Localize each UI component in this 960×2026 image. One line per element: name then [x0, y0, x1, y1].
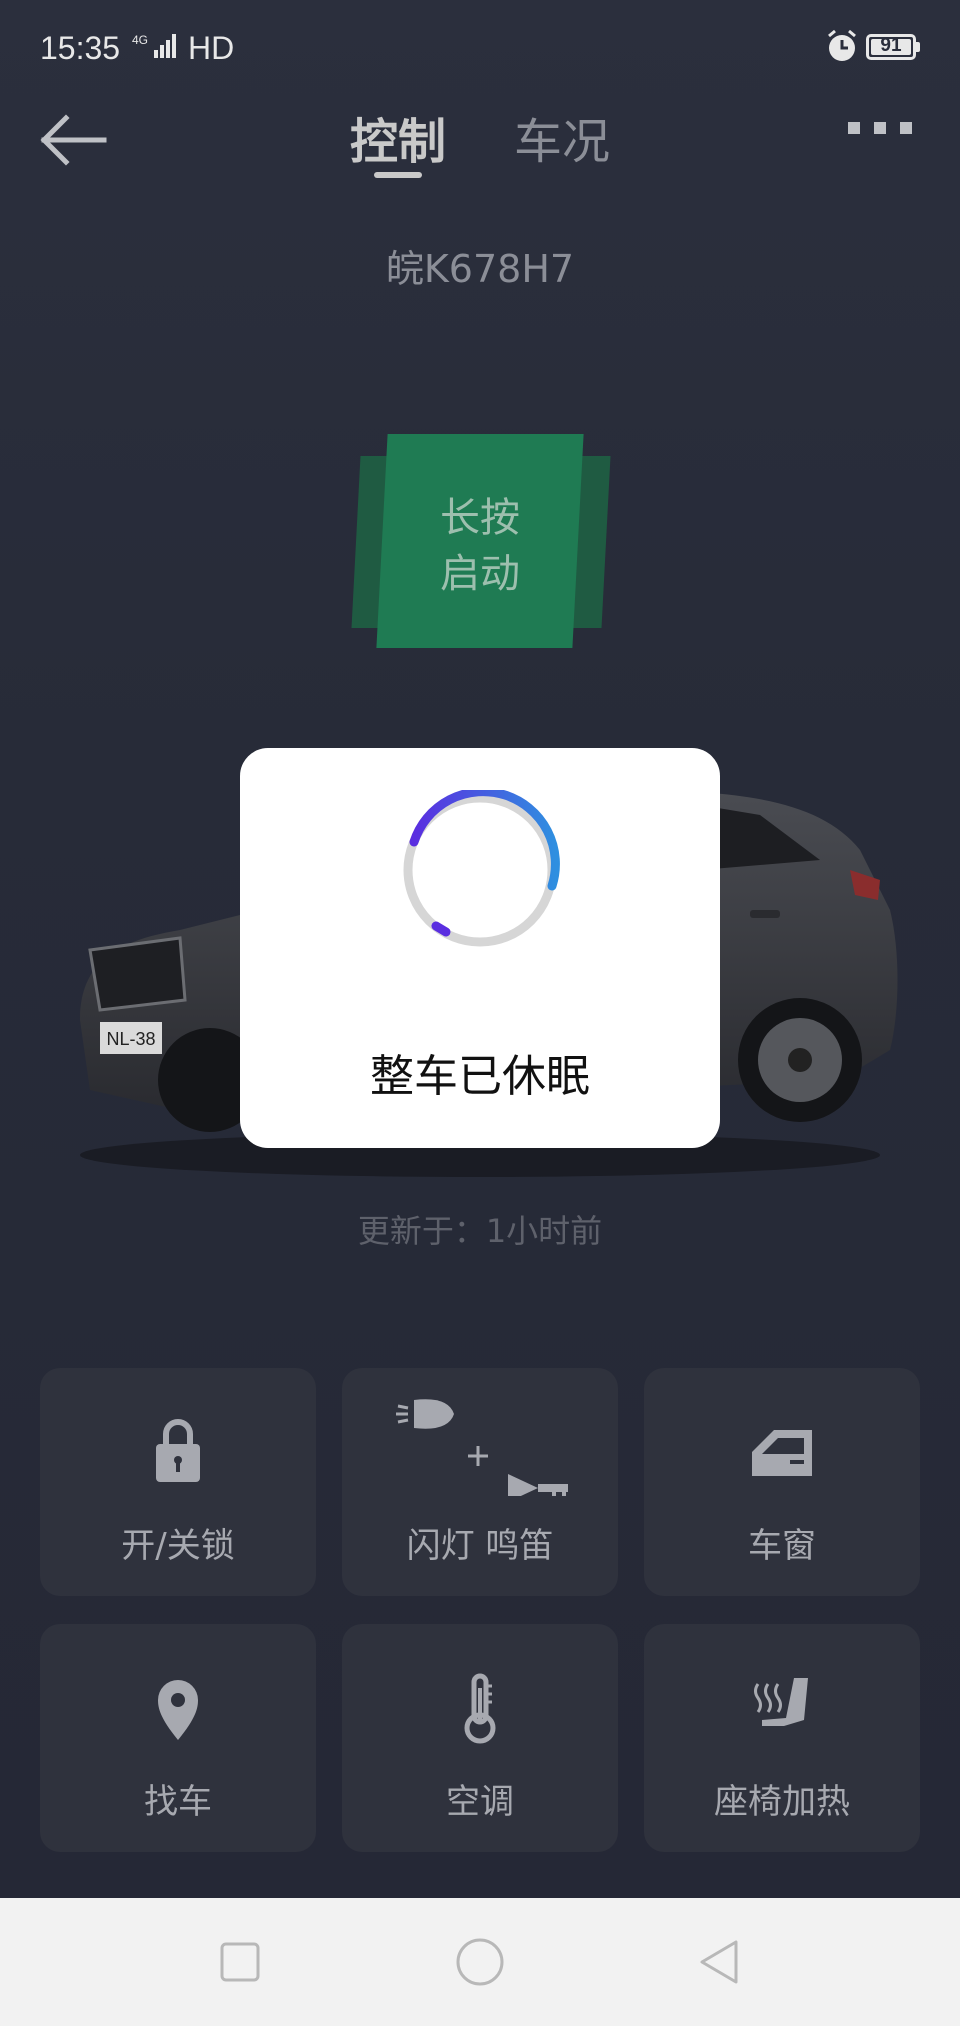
network-type: 4G [132, 33, 148, 47]
window-icon [644, 1408, 920, 1488]
dialog-message: 整车已休眠 [370, 1051, 590, 1102]
flash-horn-icon [342, 1399, 618, 1496]
license-plate: 皖K678H7 [385, 247, 575, 291]
seat-heat-icon [644, 1664, 920, 1744]
tile-label: 开/关锁 [121, 1526, 235, 1566]
location-pin-icon [40, 1664, 316, 1744]
tile-label: 座椅加热 [714, 1782, 850, 1822]
tile-label: 闪灯 鸣笛 [406, 1526, 554, 1566]
battery-icon: 91 [866, 34, 916, 60]
thermometer-icon [342, 1664, 618, 1744]
start-engine-button[interactable]: 长按 启动 [350, 432, 611, 652]
active-tab-indicator [374, 172, 422, 178]
status-bar: 15:35 4G HD 91 [0, 0, 960, 96]
flash-horn-button[interactable]: 闪灯 鸣笛 [342, 1368, 618, 1596]
tile-label: 找车 [144, 1782, 212, 1822]
back-triangle-icon[interactable] [694, 1936, 746, 1988]
climate-button[interactable]: 空调 [342, 1624, 618, 1852]
lock-unlock-button[interactable]: 开/关锁 [40, 1368, 316, 1596]
seat-heating-button[interactable]: 座椅加热 [644, 1624, 920, 1852]
tab-control[interactable]: 控制 [350, 102, 446, 172]
signal-icon: 4G [132, 32, 184, 67]
app-screen: 15:35 4G HD 91 控制 车况 皖K678H7 长按 启动 NL-38… [0, 0, 960, 1898]
lock-icon [40, 1408, 316, 1488]
loading-spinner-icon [400, 787, 560, 950]
back-arrow-icon[interactable] [36, 110, 110, 170]
tile-label: 空调 [446, 1782, 514, 1822]
start-label-line1: 长按 [440, 495, 520, 541]
home-circle-icon[interactable] [454, 1936, 506, 1988]
status-time: 15:35 [40, 30, 121, 66]
tab-vehicle-status[interactable]: 车况 [514, 102, 610, 172]
tile-label: 车窗 [748, 1526, 816, 1566]
system-navigation-bar [0, 1898, 960, 2026]
alarm-icon [824, 28, 860, 64]
find-car-button[interactable]: 找车 [40, 1624, 316, 1852]
sleep-status-dialog: 整车已休眠 [240, 748, 720, 1148]
start-label-line2: 启动 [440, 551, 520, 597]
recents-square-icon[interactable] [214, 1936, 266, 1988]
more-dots-icon[interactable] [848, 122, 912, 136]
front-plate-text: NL-38 [106, 1029, 155, 1049]
window-button[interactable]: 车窗 [644, 1368, 920, 1596]
hd-indicator: HD [188, 30, 235, 66]
updated-time: 更新于：1小时前 [357, 1212, 603, 1250]
battery-level: 91 [880, 35, 902, 56]
